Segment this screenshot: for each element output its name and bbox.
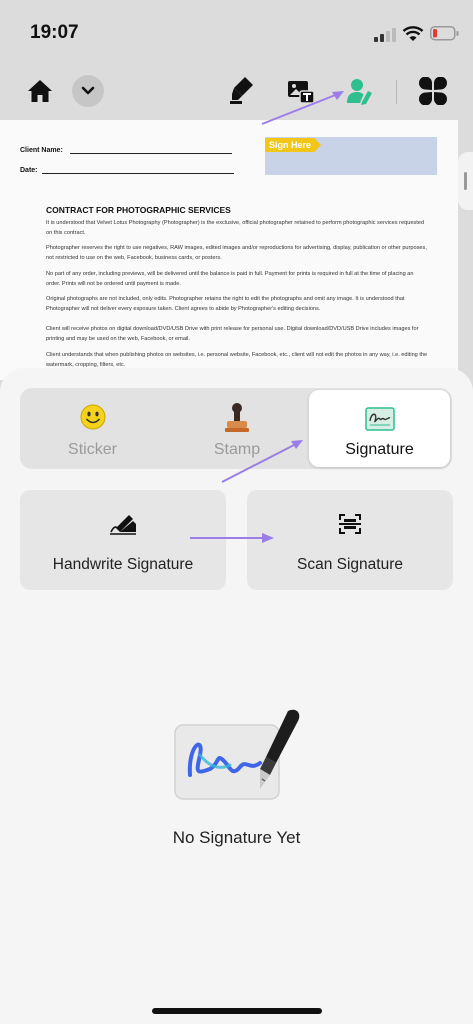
paragraph: No part of any order, including previews… xyxy=(46,271,414,287)
signature-tool-button[interactable] xyxy=(344,75,376,107)
side-panel-handle[interactable] xyxy=(458,152,473,210)
status-bar: 19:07 xyxy=(0,0,473,62)
tab-signature[interactable]: Signature xyxy=(309,390,450,467)
signature-person-icon xyxy=(347,79,372,105)
tab-sticker[interactable]: Sticker xyxy=(20,388,165,469)
scan-icon xyxy=(339,514,361,534)
hand-writing-icon xyxy=(110,515,136,535)
paragraph: It is understood that Velvet Lotus Photo… xyxy=(46,220,425,236)
empty-state-label: No Signature Yet xyxy=(172,828,301,847)
annotation-arrow xyxy=(261,91,344,125)
sign-here-tag: Sign Here xyxy=(265,138,322,152)
signature-tab-icon xyxy=(365,407,395,431)
home-icon xyxy=(28,80,52,102)
contract-document[interactable]: Client Name: Date: Sign Here CONTRACT FO… xyxy=(0,120,458,380)
date-label: Date: xyxy=(20,167,38,174)
wifi-icon xyxy=(402,26,424,41)
client-name-line xyxy=(70,153,232,154)
scan-signature-label: Scan Signature xyxy=(297,556,403,573)
tab-signature-label: Signature xyxy=(345,441,414,458)
smiley-sticker-icon xyxy=(80,404,106,430)
date-line xyxy=(42,173,234,174)
handwrite-signature-label: Handwrite Signature xyxy=(52,556,194,573)
chevron-down-icon xyxy=(81,86,95,95)
signature-pen-illustration xyxy=(174,709,300,800)
battery-icon xyxy=(430,26,459,41)
annotation-arrow xyxy=(190,533,274,543)
dropdown-button[interactable] xyxy=(72,75,104,107)
cellular-signal-icon xyxy=(374,28,396,42)
stamp-icon xyxy=(225,403,249,432)
top-toolbar xyxy=(0,62,473,120)
tab-sticker-label: Sticker xyxy=(68,441,117,458)
highlighter-icon xyxy=(230,77,253,104)
status-time: 19:07 xyxy=(30,22,79,43)
paragraph: Client will receive photos on digital do… xyxy=(46,326,419,342)
home-button[interactable] xyxy=(24,75,56,107)
paragraph: Original photographs are not included, o… xyxy=(46,296,405,312)
client-name-label: Client Name: xyxy=(20,147,63,154)
toolbar-divider xyxy=(396,80,397,104)
document-title: CONTRACT FOR PHOTOGRAPHIC SERVICES xyxy=(46,205,231,215)
menu-button[interactable] xyxy=(417,75,449,107)
paragraph: Photographer reserves the right to use n… xyxy=(46,245,427,261)
four-petal-menu-icon xyxy=(419,77,447,105)
annotation-arrow xyxy=(221,440,303,483)
home-indicator[interactable] xyxy=(152,1008,322,1014)
highlighter-button[interactable] xyxy=(226,74,258,106)
